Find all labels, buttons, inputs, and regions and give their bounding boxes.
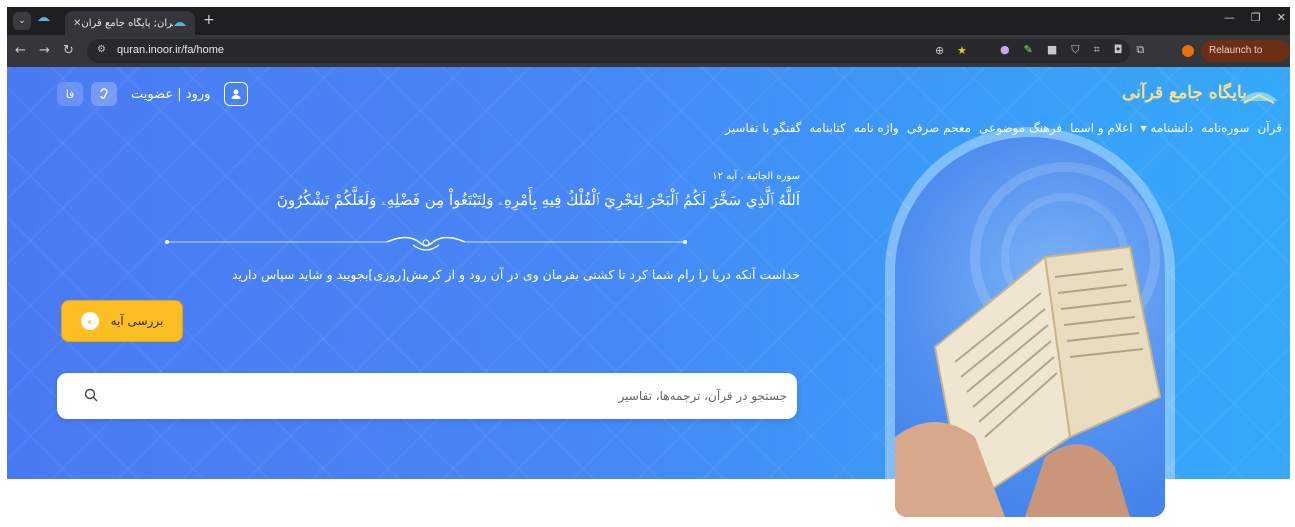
search-icon[interactable] <box>83 387 99 403</box>
bookmark-star-icon[interactable]: ★ <box>957 44 967 57</box>
nav-item-surahnameh[interactable]: سوره‌نامه <box>1201 121 1249 135</box>
verse-translation: خداست آنکه دریا را رام شما کرد تا کشتی ب… <box>231 267 800 282</box>
zoom-icon[interactable]: ⊕ <box>935 44 944 57</box>
extension-icon[interactable]: ⛉ <box>1071 43 1079 57</box>
close-tab-icon[interactable]: ✕ <box>73 18 81 29</box>
forward-icon[interactable]: → <box>39 43 50 58</box>
nav-item-names[interactable]: اعلام و اسما <box>1070 121 1133 135</box>
nav-item-glossary[interactable]: واژه نامه <box>854 121 899 135</box>
quran-book-image <box>895 137 1165 517</box>
minimize-icon[interactable]: — <box>1224 11 1235 24</box>
reload-icon[interactable]: ↻ <box>63 43 74 58</box>
profile-avatar[interactable] <box>1182 45 1194 57</box>
extension-icon[interactable]: ✎ <box>1024 43 1033 57</box>
page-content: فا ورود | عضویت پایگاه جامع قرآنی قرآن س <box>7 67 1290 527</box>
restore-icon[interactable]: ❐ <box>1251 11 1261 24</box>
window-controls: — ❐ ✕ <box>1224 11 1286 24</box>
url-text: quran.inoor.ir/fa/home <box>117 44 225 56</box>
search-box <box>57 373 797 419</box>
nav-item-tafsir-dialog[interactable]: گفتگو با تفاسیر <box>725 121 801 135</box>
browser-toolbar: ← → ↻ ⚙ quran.inoor.ir/fa/home ⊕ ★ ● ✎ ■… <box>7 35 1290 78</box>
extension-icon[interactable]: ● <box>1000 43 1010 57</box>
extension-icon[interactable]: ■ <box>1047 43 1057 57</box>
tab-strip: ⌄ ✕ قرآن; پایگاه جامع قرآن + — ❐ ✕ <box>7 7 1290 35</box>
extension-icon[interactable]: ◘ <box>1114 43 1123 57</box>
active-tab[interactable]: ✕ قرآن; پایگاه جامع قرآن <box>65 11 195 35</box>
language-button[interactable]: فا <box>57 82 83 106</box>
tab-title: قرآن; پایگاه جامع قرآن <box>81 17 173 29</box>
accessibility-button[interactable] <box>91 82 117 106</box>
address-bar[interactable]: ⚙ quran.inoor.ir/fa/home ⊕ ★ <box>87 39 1130 63</box>
new-tab-button[interactable]: + <box>203 12 215 28</box>
verse-reference[interactable]: سوره الجاثیة ، آیه ۱۲ <box>712 171 800 182</box>
book-logo-icon <box>1240 92 1278 104</box>
site-info-icon[interactable]: ⚙ <box>97 44 111 58</box>
review-verse-label: بررسی آیه <box>110 314 164 328</box>
nav-item-quran[interactable]: قرآن <box>1257 121 1282 135</box>
extension-icon[interactable]: ⌗ <box>1093 43 1099 57</box>
site-logo[interactable]: پایگاه جامع قرآنی <box>1122 79 1282 113</box>
logo-text: پایگاه جامع قرآنی <box>1122 83 1247 103</box>
search-input[interactable] <box>147 385 787 407</box>
extensions-bar: ● ✎ ■ ⛉ ⌗ ◘ ⧉ <box>1000 43 1144 57</box>
site-favicon-icon <box>174 22 186 26</box>
nav-item-bibliography[interactable]: کتابنامه <box>809 121 845 135</box>
user-button[interactable] <box>224 82 249 106</box>
user-icon <box>231 89 241 99</box>
nav-item-morphology[interactable]: معجم صرفی <box>907 121 971 135</box>
relaunch-button[interactable]: Relaunch to update <box>1201 40 1290 78</box>
ornament-divider <box>165 236 687 251</box>
nav-item-encyclopedia[interactable]: دانشنامه ▾ <box>1141 121 1194 135</box>
logo-icon <box>38 17 50 21</box>
login-link[interactable]: ورود | عضویت <box>125 87 216 102</box>
quran-image-card <box>885 127 1175 527</box>
verse-arabic: اَللَّهُ ٱلَّذِي سَخَّرَ لَكُمُ ٱلْبَحْر… <box>276 191 800 209</box>
auth-bar: فا ورود | عضویت <box>57 81 249 107</box>
browser-window: ⌄ ✕ قرآن; پایگاه جامع قرآن + — ❐ ✕ ← → ↻… <box>7 7 1290 527</box>
ear-icon <box>100 88 108 99</box>
inactive-tab-favicon[interactable] <box>37 13 51 27</box>
chevron-left-icon: ‹ <box>80 312 99 330</box>
tab-search-button[interactable]: ⌄ <box>13 12 31 30</box>
hero-banner: فا ورود | عضویت پایگاه جامع قرآنی قرآن س <box>7 67 1290 527</box>
open-book-illustration <box>895 162 1162 517</box>
close-window-icon[interactable]: ✕ <box>1277 11 1286 24</box>
review-verse-button[interactable]: ‹ بررسی آیه <box>61 300 183 342</box>
extensions-puzzle-icon[interactable]: ⧉ <box>1136 43 1144 57</box>
back-icon[interactable]: ← <box>15 43 26 58</box>
